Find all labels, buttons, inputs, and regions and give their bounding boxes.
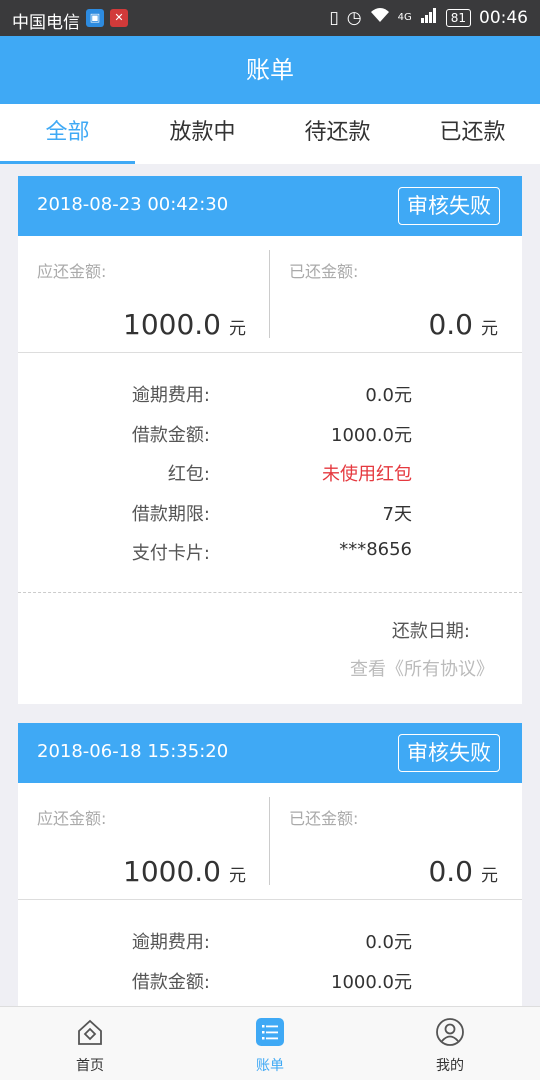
due-amount-label: 应还金额: — [37, 809, 107, 828]
network-type: 4G — [397, 12, 412, 23]
battery-level: 81 — [445, 8, 471, 27]
signal-icon — [420, 7, 438, 28]
amount-summary: 应还金额: 1000.0 元 已还金额: 0.0 元 — [18, 783, 522, 900]
detail-row-payment-card: 支付卡片: ***8656 — [131, 539, 412, 564]
clock: 00:46 — [479, 7, 528, 28]
filter-tabs: 全部 放款中 待还款 已还款 — [0, 104, 540, 164]
repay-date-label: 还款日期: — [391, 621, 470, 642]
dashed-divider — [18, 592, 522, 593]
detail-row-overdue-fee: 逾期费用: 0.0元 — [131, 932, 412, 953]
nav-profile[interactable]: 我的 — [360, 1007, 540, 1080]
bill-card-header: 2018-06-18 15:35:20 审核失败 — [18, 723, 522, 783]
amount-summary: 应还金额: 1000.0 元 已还金额: 0.0 元 — [18, 236, 522, 353]
status-badge: 审核失败 — [398, 187, 500, 225]
detail-row-loan-amount: 借款金额: 1000.0元 — [131, 425, 412, 446]
due-amount: 1000.0 元 — [123, 308, 246, 341]
paid-amount-label: 已还金额: — [289, 809, 359, 828]
tab-repaid[interactable]: 已还款 — [405, 104, 540, 164]
bill-datetime: 2018-08-23 00:42:30 — [37, 194, 229, 215]
due-amount-label: 应还金额: — [37, 262, 107, 281]
status-badge: 审核失败 — [398, 734, 500, 772]
profile-icon — [435, 1017, 465, 1047]
tab-disbursing[interactable]: 放款中 — [135, 104, 270, 164]
detail-row-loan-term: 借款期限: 7天 — [131, 504, 412, 525]
nav-bills[interactable]: 账单 — [180, 1007, 360, 1080]
wifi-icon — [370, 7, 390, 28]
status-bar: 中国电信 ▣ ✕ ▯ ◷ 4G 81 00:46 — [0, 0, 540, 36]
bill-datetime: 2018-06-18 15:35:20 — [37, 741, 229, 762]
paid-amount: 0.0 元 — [428, 308, 498, 341]
detail-row-red-packet: 红包: 未使用红包 — [167, 464, 412, 485]
paid-amount: 0.0 元 — [428, 855, 498, 888]
vibrate-icon: ▯ — [329, 7, 339, 28]
bill-card[interactable]: 2018-06-18 15:35:20 审核失败 应还金额: 1000.0 元 已… — [18, 723, 522, 1013]
alarm-icon: ◷ — [346, 7, 362, 28]
paid-amount-label: 已还金额: — [289, 262, 359, 281]
bottom-navigation: 首页 账单 我的 — [0, 1006, 540, 1080]
detail-row-overdue-fee: 逾期费用: 0.0元 — [131, 385, 412, 406]
nav-profile-label: 我的 — [436, 1058, 464, 1074]
due-amount: 1000.0 元 — [123, 855, 246, 888]
page-title: 账单 — [246, 56, 294, 84]
nav-home-label: 首页 — [76, 1058, 104, 1074]
agreements-link[interactable]: 查看《所有协议》 — [350, 655, 494, 681]
nav-home[interactable]: 首页 — [0, 1007, 180, 1080]
page-title-bar: 账单 — [0, 36, 540, 104]
app-notification-icon: ✕ — [110, 9, 128, 27]
detail-row-loan-amount: 借款金额: 1000.0元 — [131, 972, 412, 993]
tab-all[interactable]: 全部 — [0, 104, 135, 164]
bill-list-icon — [255, 1017, 285, 1047]
bill-card-header: 2018-08-23 00:42:30 审核失败 — [18, 176, 522, 236]
nav-bills-label: 账单 — [256, 1058, 284, 1074]
bill-card[interactable]: 2018-08-23 00:42:30 审核失败 应还金额: 1000.0 元 已… — [18, 176, 522, 704]
app-notification-icon: ▣ — [86, 9, 104, 27]
home-icon — [75, 1017, 105, 1047]
tab-pending-repayment[interactable]: 待还款 — [270, 104, 405, 164]
carrier-name: 中国电信 — [12, 13, 80, 33]
